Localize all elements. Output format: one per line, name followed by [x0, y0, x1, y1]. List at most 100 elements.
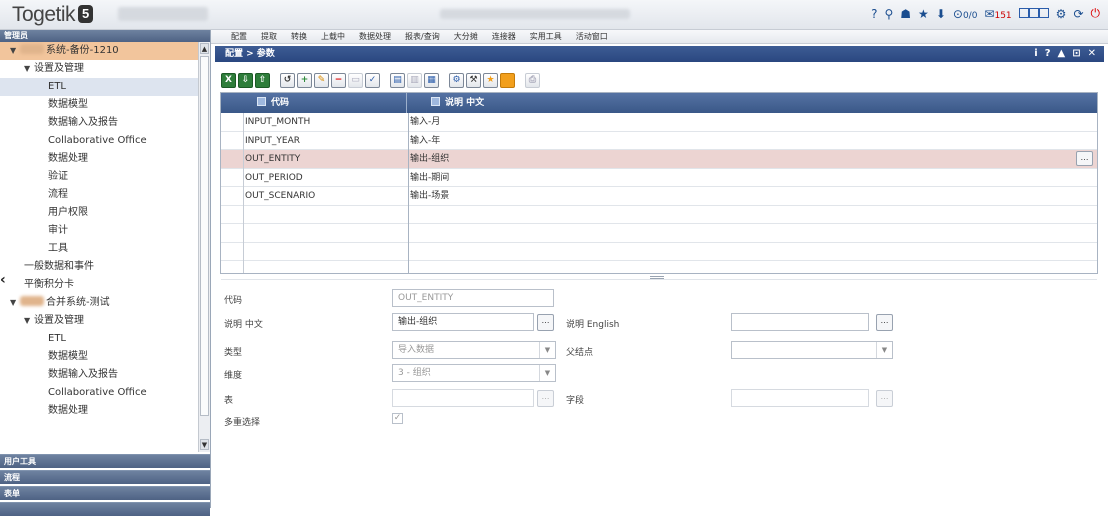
splitter-handle[interactable] — [650, 276, 664, 279]
undo-icon[interactable]: ↺ — [280, 72, 295, 88]
field-ellipsis-button[interactable]: … — [876, 390, 893, 407]
expand-caret-icon[interactable]: ▼ — [24, 312, 34, 330]
section-extra[interactable] — [0, 502, 210, 516]
tree-item[interactable]: 用户权限 — [0, 204, 198, 222]
table-row[interactable]: OUT_ENTITY 输出-组织… — [221, 150, 1097, 169]
menu-item[interactable]: 大分摊 — [454, 30, 478, 43]
menu-item[interactable]: 连接器 — [492, 30, 516, 43]
print-icon[interactable]: ⎙ — [525, 72, 540, 88]
download-icon[interactable]: ⬇ — [936, 7, 946, 21]
user-icon[interactable]: ☗ — [900, 7, 911, 21]
highlight-icon[interactable] — [500, 72, 515, 88]
scroll-up-icon[interactable]: ▲ — [200, 43, 209, 54]
maximize-icon[interactable]: ⊡ — [1072, 46, 1080, 62]
edit-icon[interactable]: ✎ — [314, 72, 329, 88]
tree-item[interactable]: Collaborative Office — [0, 384, 198, 402]
section-forms[interactable]: 表单 — [0, 486, 210, 500]
tools-icon[interactable]: ⚒ — [466, 72, 481, 88]
menu-item[interactable]: 数据处理 — [359, 30, 391, 43]
table-row[interactable] — [221, 224, 1097, 243]
table-row[interactable]: OUT_SCENARIO 输出-场景 — [221, 187, 1097, 206]
paste-icon[interactable]: ▥ — [407, 72, 422, 88]
tree-item[interactable]: 平衡积分卡 — [0, 276, 198, 294]
help-icon[interactable]: ? — [1045, 46, 1051, 62]
favorites-icon[interactable]: ★ — [918, 7, 929, 21]
expand-caret-icon[interactable]: ▼ — [10, 42, 20, 60]
desc-cn-ellipsis-button[interactable]: … — [537, 314, 554, 331]
parent-select[interactable]: ▼ — [731, 341, 893, 359]
type-select[interactable]: 导入数据 ▼ — [392, 341, 556, 359]
table-row[interactable] — [221, 243, 1097, 261]
tree-item[interactable]: 数据处理 — [0, 402, 198, 420]
menu-item[interactable]: 报表/查询 — [405, 30, 440, 43]
tree-item[interactable]: 数据输入及报告 — [0, 366, 198, 384]
copy-icon[interactable]: ▤ — [390, 72, 405, 88]
tree-item[interactable]: Collaborative Office — [0, 132, 198, 150]
scroll-thumb[interactable] — [200, 56, 209, 416]
tree-item[interactable]: ETL — [0, 78, 198, 96]
settings-icon[interactable]: ⚙ — [449, 72, 464, 88]
table-row[interactable] — [221, 206, 1097, 224]
excel-export-icon[interactable]: X — [221, 72, 236, 88]
tree-item[interactable]: 一般数据和事件 — [0, 258, 198, 276]
scroll-down-icon[interactable]: ▼ — [200, 439, 209, 450]
table-row[interactable]: INPUT_MONTH 输入-月 — [221, 113, 1097, 132]
section-user-tools[interactable]: 用户工具 — [0, 454, 210, 468]
settings-icon[interactable]: ⚙ — [1056, 7, 1067, 21]
tree-item[interactable]: ▼ 设置及管理 — [0, 60, 198, 78]
tree-item[interactable]: 工具 — [0, 240, 198, 258]
tree-item[interactable]: ▼ 合并系统-测试 — [0, 294, 198, 312]
menu-item[interactable]: 提取 — [261, 30, 277, 43]
column-header-code[interactable]: 代码 — [243, 93, 407, 113]
table-ellipsis-button[interactable]: … — [537, 390, 554, 407]
tree-item[interactable]: 数据处理 — [0, 150, 198, 168]
confirm-icon[interactable]: ✓ — [365, 72, 380, 88]
desc-en-ellipsis-button[interactable]: … — [876, 314, 893, 331]
multi-select-checkbox[interactable]: ✓ — [392, 413, 403, 424]
star-icon[interactable]: ★ — [483, 72, 498, 88]
filter-icon[interactable] — [257, 97, 266, 106]
menu-item[interactable]: 实用工具 — [530, 30, 562, 43]
code-field[interactable]: OUT_ENTITY — [392, 289, 554, 307]
tree-item[interactable]: 审计 — [0, 222, 198, 240]
desc-cn-field[interactable]: 输出-组织 — [392, 313, 534, 331]
tree-item[interactable]: 验证 — [0, 168, 198, 186]
upload-icon[interactable]: ⇧ — [255, 72, 270, 88]
save-icon[interactable]: ▭ — [348, 72, 363, 88]
menu-item[interactable]: 转换 — [291, 30, 307, 43]
add-icon[interactable]: + — [297, 72, 312, 88]
tree-item[interactable]: 数据输入及报告 — [0, 114, 198, 132]
tree-item[interactable]: 数据模型 — [0, 348, 198, 366]
help-icon[interactable]: ? — [871, 7, 877, 21]
dimension-select[interactable]: 3 - 组织 ▼ — [392, 364, 556, 382]
menu-item[interactable]: 活动窗口 — [576, 30, 608, 43]
delete-icon[interactable]: − — [331, 72, 346, 88]
clone-icon[interactable]: ▦ — [424, 72, 439, 88]
row-ellipsis-button[interactable]: … — [1076, 151, 1093, 166]
tree-item[interactable]: 数据模型 — [0, 96, 198, 114]
filter-icon[interactable] — [431, 97, 440, 106]
column-header-description[interactable]: 说明 中文 — [409, 93, 484, 113]
table-row[interactable]: OUT_PERIOD 输出-期间 — [221, 169, 1097, 187]
users-icon[interactable]: ⚲ — [884, 7, 893, 21]
power-icon[interactable]: ⏻ — [1091, 6, 1101, 21]
table-field[interactable] — [392, 389, 534, 407]
import-icon[interactable]: ⇩ — [238, 72, 253, 88]
collapse-sidebar-icon[interactable]: ‹ — [0, 272, 8, 292]
layout-icon[interactable] — [1018, 7, 1049, 21]
refresh-icon[interactable]: ⟳ — [1073, 7, 1083, 21]
tree-item[interactable]: 流程 — [0, 186, 198, 204]
desc-en-field[interactable] — [731, 313, 869, 331]
expand-caret-icon[interactable]: ▼ — [10, 294, 20, 312]
tree-item[interactable]: ▼ 系统-备份-1210 — [0, 42, 198, 60]
table-row[interactable]: INPUT_YEAR 输入-年 — [221, 132, 1097, 150]
close-icon[interactable]: ✕ — [1088, 46, 1096, 62]
field-field[interactable] — [731, 389, 869, 407]
mail-icon[interactable]: ✉151 — [984, 7, 1011, 21]
info-icon[interactable]: i — [1034, 46, 1037, 62]
sidebar-scrollbar[interactable]: ▲ ▼ — [198, 42, 210, 452]
section-workflow[interactable]: 流程 — [0, 470, 210, 484]
expand-caret-icon[interactable]: ▼ — [24, 60, 34, 78]
tree-item[interactable]: ETL — [0, 330, 198, 348]
tasks-icon[interactable]: ⊙0/0 — [953, 7, 978, 21]
